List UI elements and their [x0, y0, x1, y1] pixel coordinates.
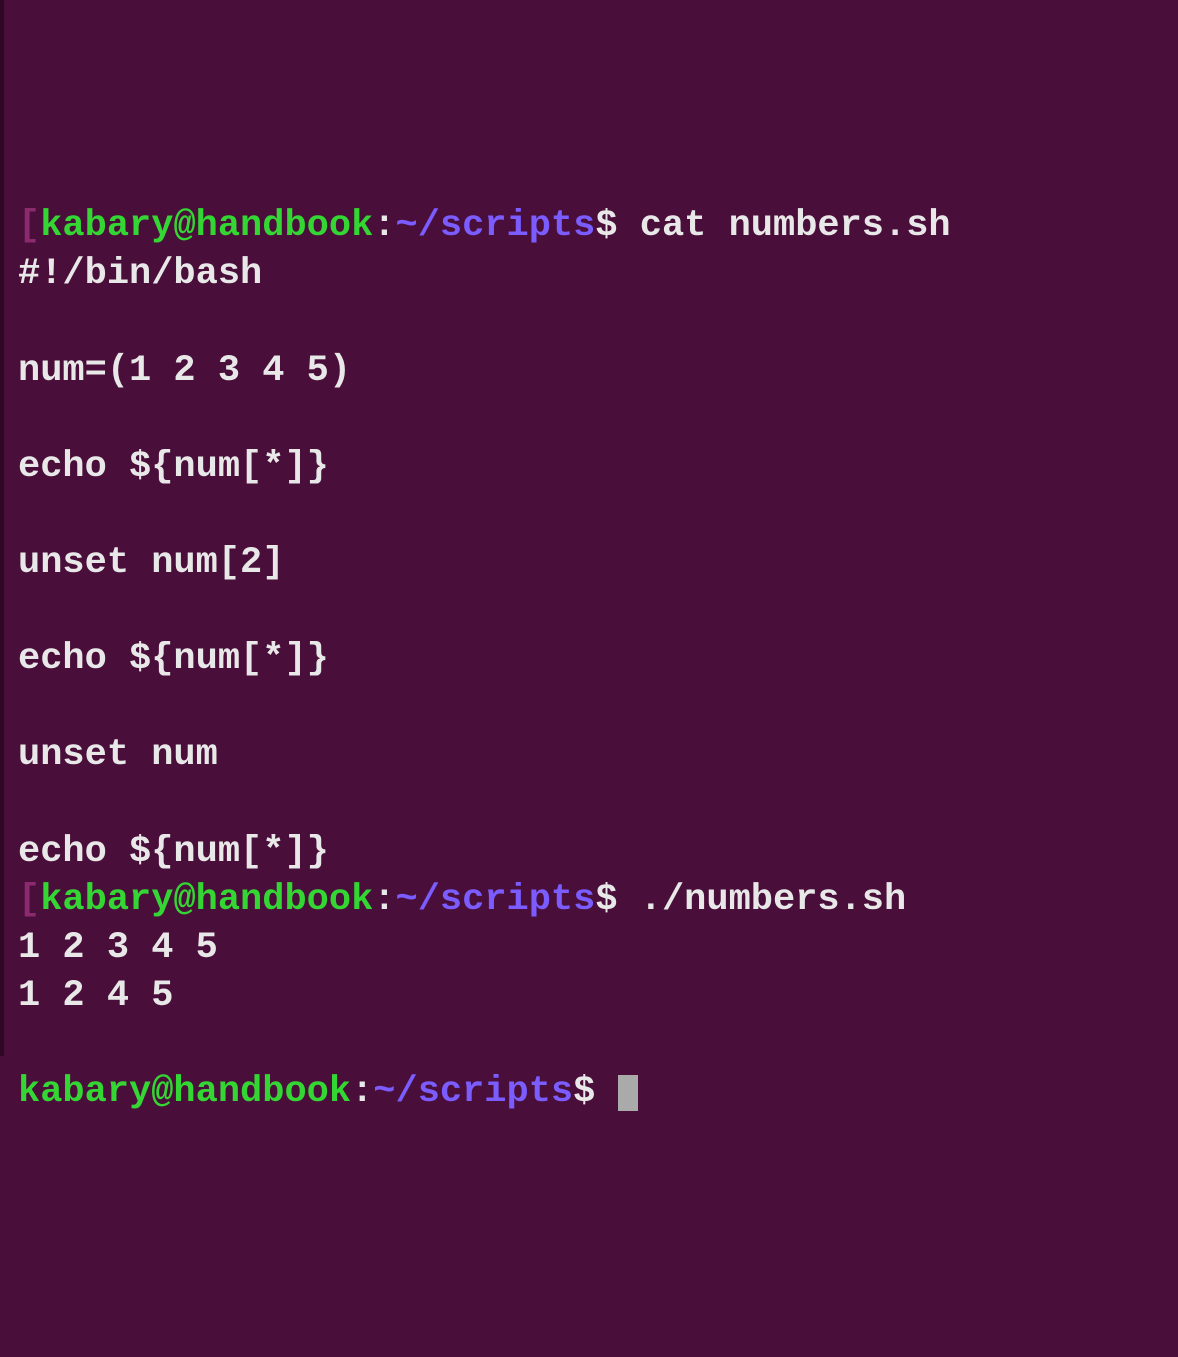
file-line-assign: num=(1 2 3 4 5)	[18, 350, 351, 392]
cursor-icon[interactable]	[618, 1075, 638, 1111]
command-cat: cat numbers.sh	[640, 205, 951, 247]
prompt-user: kabary@handbook	[40, 879, 373, 921]
terminal-area[interactable]: [kabary@handbook:~/scripts$ cat numbers.…	[18, 202, 1164, 1116]
prompt-colon: :	[351, 1071, 373, 1113]
prompt-path: ~/scripts	[373, 1071, 573, 1113]
file-line-unset: unset num	[18, 734, 218, 776]
file-line-unset-index: unset num[2]	[18, 542, 284, 584]
output-line-1: 1 2 3 4 5	[18, 927, 218, 969]
prompt-colon: :	[373, 879, 395, 921]
prompt-colon: :	[373, 205, 395, 247]
prompt-dollar: $	[595, 205, 639, 247]
prompt-bracket: [	[18, 879, 40, 921]
prompt-path: ~/scripts	[396, 879, 596, 921]
file-line-echo: echo ${num[*]}	[18, 831, 329, 873]
file-line-echo: echo ${num[*]}	[18, 638, 329, 680]
prompt-user: kabary@handbook	[18, 1071, 351, 1113]
file-line-echo: echo ${num[*]}	[18, 446, 329, 488]
output-line-2: 1 2 4 5	[18, 975, 173, 1017]
prompt-path: ~/scripts	[396, 205, 596, 247]
prompt-dollar: $	[595, 879, 639, 921]
file-line-shebang: #!/bin/bash	[18, 253, 262, 295]
command-run: ./numbers.sh	[640, 879, 906, 921]
prompt-dollar: $	[573, 1071, 617, 1113]
prompt-user: kabary@handbook	[40, 205, 373, 247]
prompt-bracket: [	[18, 205, 40, 247]
